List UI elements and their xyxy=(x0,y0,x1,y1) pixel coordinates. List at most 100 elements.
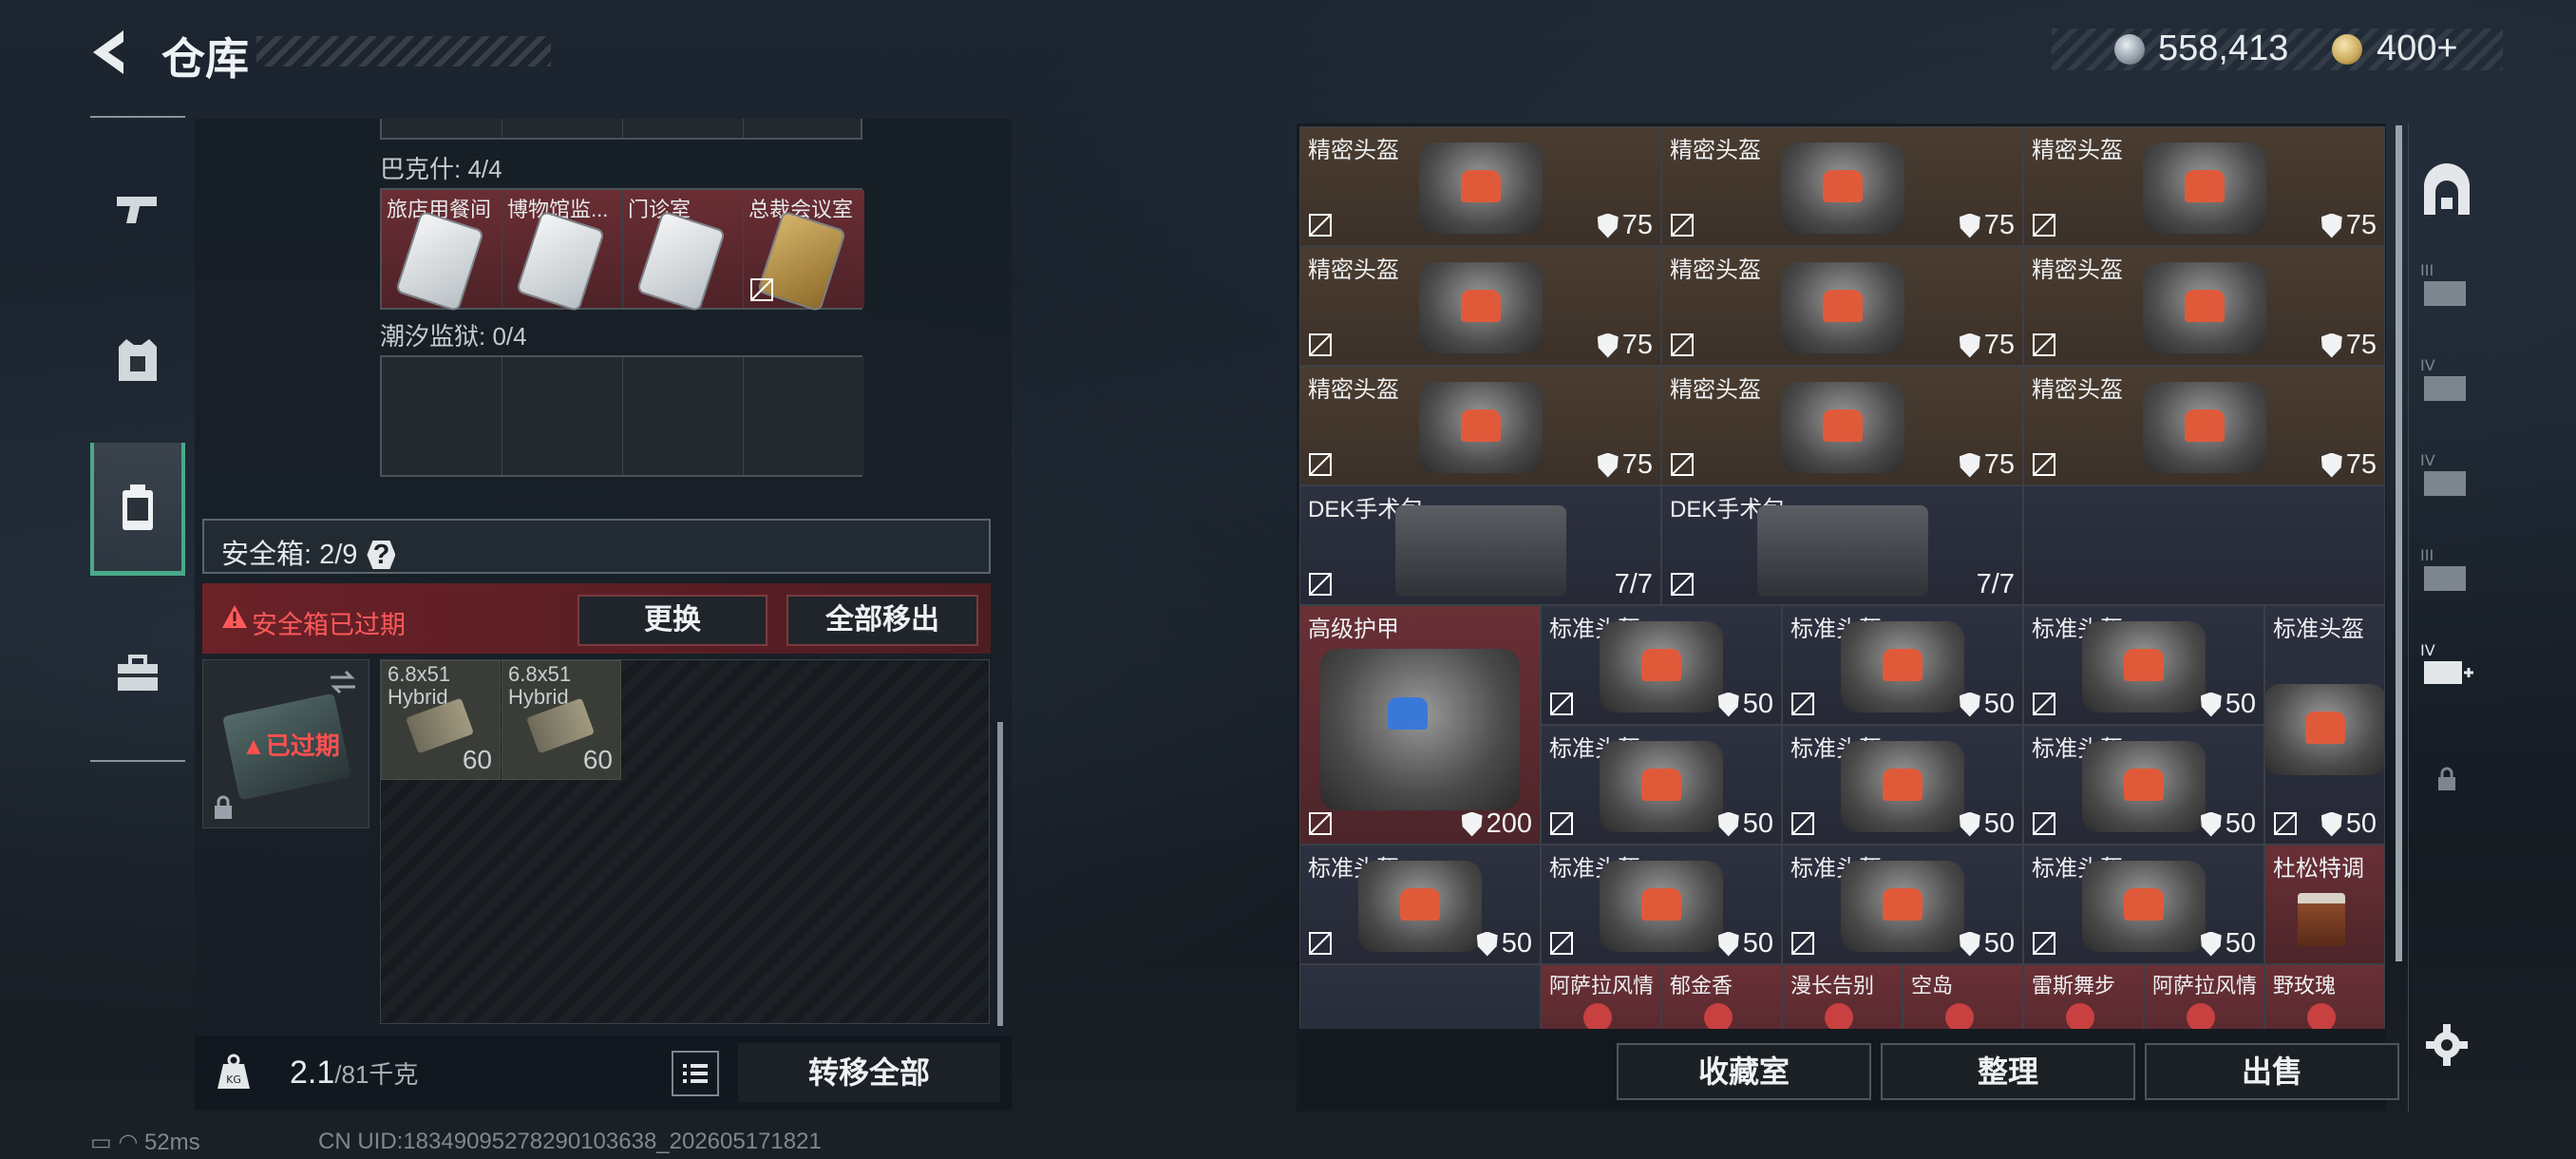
helmet-bag-icon xyxy=(1600,861,1723,953)
inventory-item[interactable]: 精密头盔 75 xyxy=(2023,126,2385,246)
current-weight: 2.1 xyxy=(290,1054,335,1091)
storage-tab-3a[interactable]: III xyxy=(2409,238,2485,332)
svg-text:IV: IV xyxy=(2420,641,2435,659)
keycard-slot[interactable] xyxy=(744,357,864,475)
drink-item[interactable]: 郁金香 xyxy=(1661,964,1782,1029)
right-storage-rail: III IV IV III IV xyxy=(2408,124,2484,1112)
item-value: 50 xyxy=(1717,689,1773,720)
gold-currency-value[interactable]: 400+ xyxy=(2377,28,2458,69)
ammo-count: 60 xyxy=(462,745,492,774)
item-name: 阿萨拉风情 xyxy=(2152,974,2258,998)
toolbox-tab[interactable] xyxy=(90,621,185,726)
helmet-bag-icon xyxy=(1841,741,1964,833)
item-name: 精密头盔 xyxy=(1670,138,1761,163)
drink-item[interactable]: 空岛 xyxy=(1903,964,2023,1029)
no-link-icon xyxy=(1550,812,1573,835)
inventory-item[interactable]: 精密头盔 75 xyxy=(1299,366,1661,485)
weight-icon: KG xyxy=(218,1054,250,1089)
storage-add-tab[interactable]: IV xyxy=(2409,618,2485,712)
inventory-item[interactable]: DEK手术包 7/7 xyxy=(1299,485,1661,605)
transfer-all-button[interactable]: 转移全部 xyxy=(738,1043,1000,1102)
no-link-icon xyxy=(2033,453,2055,476)
move-all-out-button[interactable]: 全部移出 xyxy=(786,595,978,646)
sort-button[interactable]: 整理 xyxy=(1881,1043,2135,1100)
inventory-item[interactable]: 精密头盔 75 xyxy=(1661,246,2023,366)
weapons-tab[interactable] xyxy=(90,156,185,260)
drink-item[interactable]: 雷斯舞步 xyxy=(2023,964,2144,1029)
empty-slot xyxy=(1299,964,1541,1029)
no-link-icon xyxy=(1309,214,1332,237)
keycard-slot[interactable]: 门诊室 xyxy=(623,190,744,311)
helmet-bag-icon xyxy=(2142,262,2266,354)
inventory-item[interactable]: 标准头盔 50 xyxy=(1782,725,2023,845)
inventory-item[interactable]: 精密头盔 75 xyxy=(2023,366,2385,485)
ammo-item[interactable]: 6.8x51 Hybrid 60 xyxy=(502,660,621,780)
inventory-item[interactable]: DEK手术包 7/7 xyxy=(1661,485,2023,605)
swap-icon[interactable] xyxy=(329,670,357,694)
helmet-bag-icon xyxy=(2082,741,2206,833)
storage-tab-4a[interactable]: IV xyxy=(2409,332,2485,428)
user-uid: CN UID:1834909527829010363​8_20260517182… xyxy=(318,1129,822,1154)
list-view-button[interactable] xyxy=(672,1051,719,1096)
no-link-icon xyxy=(2033,693,2055,715)
inventory-item[interactable]: 标准头盔 50 xyxy=(1541,605,1782,725)
inventory-item[interactable]: 标准头盔 50 xyxy=(2264,605,2385,845)
inventory-item[interactable]: 标准头盔 50 xyxy=(2023,725,2264,845)
drink-item[interactable]: 野玫瑰 xyxy=(2264,964,2385,1029)
item-value: 75 xyxy=(1597,210,1653,241)
cocktail-icon xyxy=(2066,1003,2094,1029)
drink-item[interactable]: 阿萨拉风情 xyxy=(1541,964,1661,1029)
inventory-item[interactable]: 精密头盔 75 xyxy=(1661,126,2023,246)
back-arrow-icon[interactable] xyxy=(85,27,133,78)
inventory-item[interactable]: 标准头盔 50 xyxy=(1541,725,1782,845)
inventory-item[interactable]: 精密头盔 75 xyxy=(1661,366,2023,485)
settings-button[interactable] xyxy=(2409,998,2485,1092)
drink-item[interactable]: 阿萨拉风情 xyxy=(2144,964,2264,1029)
storage-expansion-icon: III xyxy=(2420,261,2466,306)
inventory-item[interactable]: 标准头盔 50 xyxy=(1541,845,1782,964)
item-value: 50 xyxy=(1717,808,1773,840)
gear-tab[interactable] xyxy=(90,308,185,412)
drink-item[interactable]: 漫长告别 xyxy=(1782,964,1903,1029)
item-name: 空岛 xyxy=(1911,974,1954,998)
left-scrollbar[interactable] xyxy=(997,722,1003,1026)
safebox-case-slot[interactable]: ▲已过期 xyxy=(202,659,369,828)
inventory-item[interactable]: 标准头盔 50 xyxy=(2023,845,2264,964)
silver-currency-value: 558,413 xyxy=(2158,28,2289,68)
inventory-item[interactable]: 精密头盔 75 xyxy=(1299,246,1661,366)
inventory-item[interactable]: 标准头盔 50 xyxy=(1299,845,1541,964)
inventory-item[interactable]: 标准头盔 50 xyxy=(2023,605,2264,725)
expired-warning-text: 安全箱已过期 xyxy=(252,611,406,639)
storage-expansion-icon: IV xyxy=(2420,356,2466,401)
keycard-slot[interactable]: 总裁会议室 xyxy=(744,190,864,311)
inventory-item[interactable]: 精密头盔 75 xyxy=(1299,126,1661,246)
keycard-slot[interactable]: 旅店用餐间 xyxy=(382,190,502,311)
replace-button[interactable]: 更换 xyxy=(578,595,767,646)
inventory-item[interactable]: 高级护甲 200 xyxy=(1299,605,1541,845)
storage-tab-3b[interactable]: III xyxy=(2409,522,2485,618)
ammo-item[interactable]: 6.8x51 Hybrid 60 xyxy=(381,660,501,780)
storage-tab-4b[interactable]: IV xyxy=(2409,428,2485,522)
no-link-icon xyxy=(1671,573,1694,596)
container-tab[interactable] xyxy=(90,443,185,576)
item-name: 精密头盔 xyxy=(2032,257,2123,283)
item-value: 50 xyxy=(1959,928,2015,960)
inventory-item[interactable]: 标准头盔 50 xyxy=(1782,605,2023,725)
keycard-slot[interactable] xyxy=(382,357,502,475)
no-link-icon xyxy=(1550,693,1573,715)
inventory-item[interactable]: 精密头盔 75 xyxy=(2023,246,2385,366)
vest-icon xyxy=(119,339,157,381)
keycard-slot[interactable] xyxy=(623,357,744,475)
inventory-item[interactable]: 标准头盔 50 xyxy=(1782,845,2023,964)
inventory-item[interactable]: 杜松特调 xyxy=(2264,845,2385,964)
inventory-scrollbar[interactable] xyxy=(2396,125,2402,961)
durability-shield-icon xyxy=(1959,692,1980,717)
storage-main-tab[interactable] xyxy=(2409,142,2485,238)
keycard-slot[interactable]: 博物馆监... xyxy=(502,190,623,311)
keycard-slot[interactable] xyxy=(502,357,623,475)
no-link-icon xyxy=(2274,812,2297,835)
cocktail-icon xyxy=(1945,1003,1974,1029)
help-icon[interactable]: ? xyxy=(367,541,396,569)
collection-room-button[interactable]: 收藏室 xyxy=(1617,1043,1871,1100)
sell-button[interactable]: 出售 xyxy=(2145,1043,2399,1100)
